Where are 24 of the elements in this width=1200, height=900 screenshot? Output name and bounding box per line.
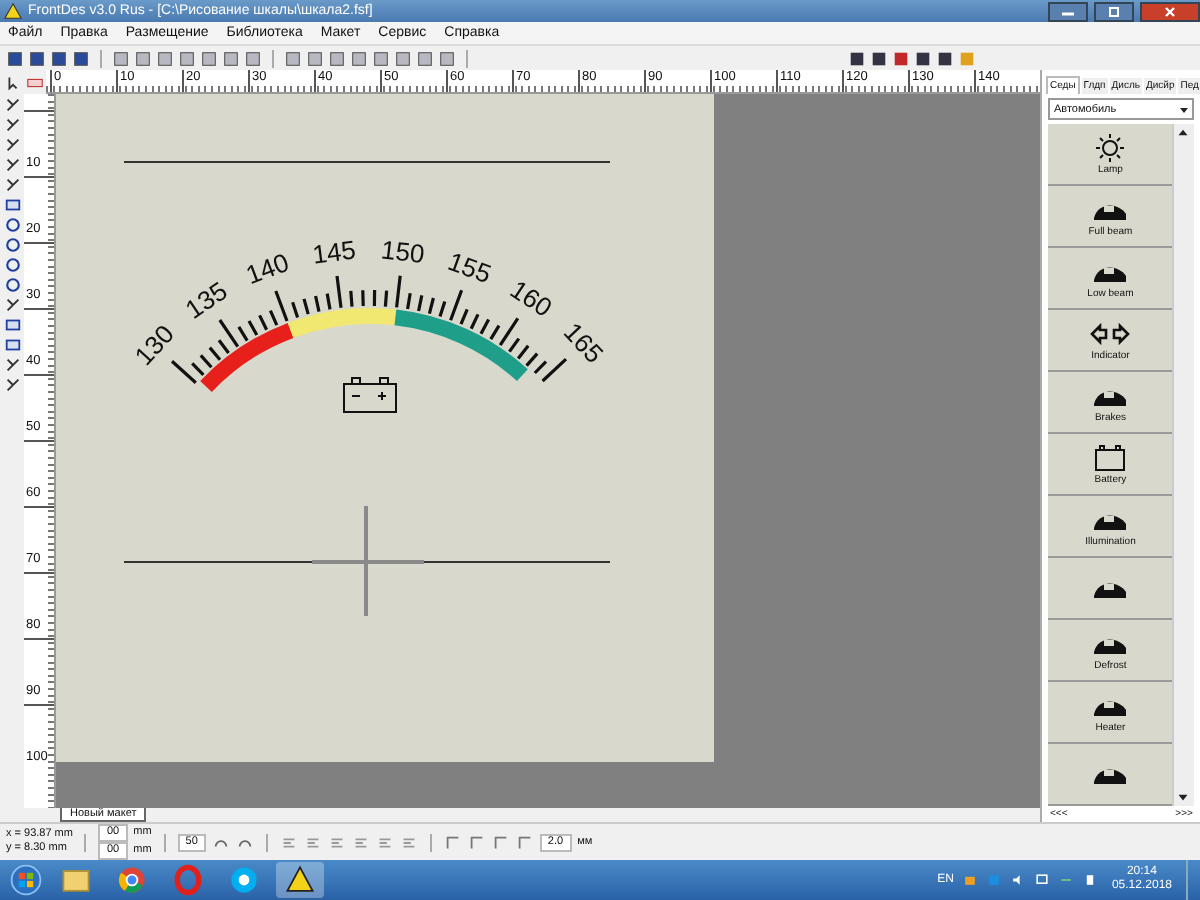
- scale-label: 130: [128, 318, 180, 372]
- scale-label: 165: [557, 316, 610, 369]
- crosshair-marker: [310, 504, 426, 618]
- rectangle-icon[interactable]: [3, 196, 21, 214]
- scale-label: 155: [444, 245, 496, 289]
- maximize-icon: [1104, 5, 1124, 17]
- cursor-icon[interactable]: [4, 73, 22, 91]
- circle-icon[interactable]: [3, 236, 21, 254]
- scale-label: 150: [379, 234, 427, 270]
- circle-icon[interactable]: [3, 256, 21, 274]
- scale-label: 140: [241, 246, 293, 291]
- scrollbar[interactable]: [1172, 124, 1195, 806]
- speaker-icon[interactable]: [1009, 872, 1026, 888]
- warning-triangle-icon: [4, 2, 22, 20]
- battery-icon: [343, 377, 397, 413]
- maximize-button[interactable]: [1094, 1, 1134, 21]
- scale-label: 145: [310, 234, 358, 270]
- scale-label: 160: [504, 273, 558, 323]
- minimize-button[interactable]: [1048, 1, 1088, 21]
- close-icon: [1160, 5, 1180, 17]
- close-button[interactable]: [1140, 1, 1200, 21]
- circle-icon[interactable]: [3, 216, 21, 234]
- start-button[interactable]: [8, 862, 44, 898]
- scale-label: 135: [179, 275, 233, 325]
